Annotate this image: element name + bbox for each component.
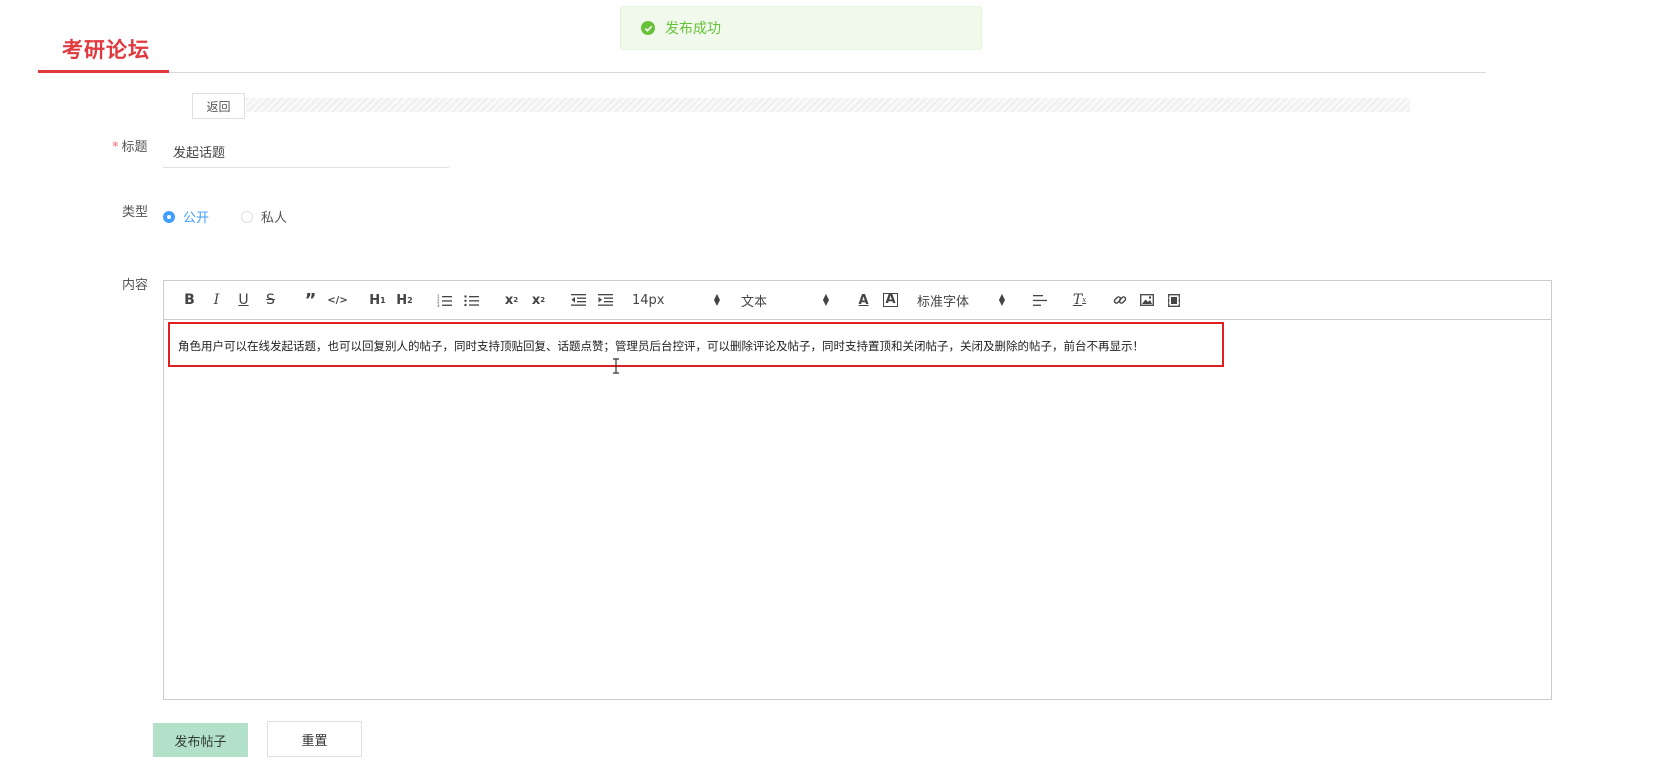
image-icon[interactable] (1133, 288, 1160, 312)
reset-button[interactable]: 重置 (267, 721, 362, 757)
background-color-icon[interactable]: A (877, 288, 904, 312)
font-family-value: 标准字体 (917, 294, 970, 310)
title-label: 标题 (121, 140, 148, 155)
select-arrows-icon: ▲ ▼ (713, 292, 720, 307)
video-icon[interactable] (1160, 288, 1187, 312)
h1-icon[interactable]: H1 (364, 288, 391, 312)
outdent-icon[interactable] (565, 288, 592, 312)
content-label: 内容 (122, 278, 149, 293)
toast-message: 发布成功 (665, 21, 721, 37)
editor-content-area[interactable]: 角色用户可以在线发起话题，也可以回复别人的帖子，同时支持顶贴回复、话题点赞；管理… (164, 320, 1551, 372)
editor-paragraph[interactable]: 角色用户可以在线发起话题，也可以回复别人的帖子，同时支持顶贴回复、话题点赞；管理… (178, 338, 1537, 354)
italic-icon[interactable]: I (203, 288, 230, 312)
align-icon[interactable] (1026, 288, 1053, 312)
select-arrows-icon: ▲ ▼ (822, 292, 829, 307)
blockquote-icon[interactable]: ” (297, 288, 324, 312)
text-cursor-icon (611, 358, 621, 374)
header-divider (38, 72, 1486, 73)
submit-post-button[interactable]: 发布帖子 (153, 723, 248, 757)
required-mark: * (112, 140, 119, 155)
subscript-icon[interactable]: x2 (498, 288, 525, 312)
underline-icon[interactable]: U (230, 288, 257, 312)
radio-public-label: 公开 (183, 211, 210, 226)
title-label-wrap: * 标题 (112, 136, 148, 155)
type-label: 类型 (122, 205, 149, 220)
block-format-value: 文本 (741, 294, 768, 310)
clear-format-icon[interactable]: Tx (1066, 288, 1093, 312)
font-family-select[interactable]: 标准字体 ▲ ▼ (917, 288, 1005, 312)
ordered-list-icon[interactable]: 123 (431, 288, 458, 312)
svg-text:3: 3 (437, 303, 440, 307)
font-size-select[interactable]: 14px ▲ ▼ (632, 288, 720, 312)
radio-private-label: 私人 (261, 211, 288, 226)
title-input[interactable] (163, 136, 449, 168)
radio-private-dot[interactable] (241, 210, 254, 223)
block-format-select[interactable]: 文本 ▲ ▼ (741, 288, 829, 312)
superscript-icon[interactable]: x2 (525, 288, 552, 312)
type-radio-group: 公开 私人 (163, 207, 319, 226)
site-brand[interactable]: 考研论坛 (62, 34, 150, 64)
brand-active-underline (38, 70, 169, 73)
check-circle-icon (641, 21, 655, 35)
strike-icon[interactable]: S (257, 288, 284, 312)
success-toast: 发布成功 (620, 6, 982, 50)
editor-toolbar: B I U S ” </> H1 H2 123 x2 x2 14px ▲ ▼ 文… (164, 281, 1551, 320)
radio-public[interactable]: 公开 (163, 207, 209, 226)
indent-icon[interactable] (592, 288, 619, 312)
link-icon[interactable] (1106, 288, 1133, 312)
rich-text-editor: B I U S ” </> H1 H2 123 x2 x2 14px ▲ ▼ 文… (163, 280, 1552, 700)
bullet-list-icon[interactable] (458, 288, 485, 312)
select-arrows-icon: ▲ ▼ (998, 292, 1005, 307)
striped-bar (246, 98, 1410, 112)
radio-public-dot[interactable] (163, 210, 175, 223)
code-block-icon[interactable]: </> (324, 288, 351, 312)
font-color-icon[interactable]: A (850, 288, 877, 312)
back-button[interactable]: 返回 (192, 93, 245, 119)
font-size-value: 14px (632, 292, 665, 308)
bold-icon[interactable]: B (176, 288, 203, 312)
radio-private[interactable]: 私人 (241, 207, 287, 226)
h2-icon[interactable]: H2 (391, 288, 418, 312)
